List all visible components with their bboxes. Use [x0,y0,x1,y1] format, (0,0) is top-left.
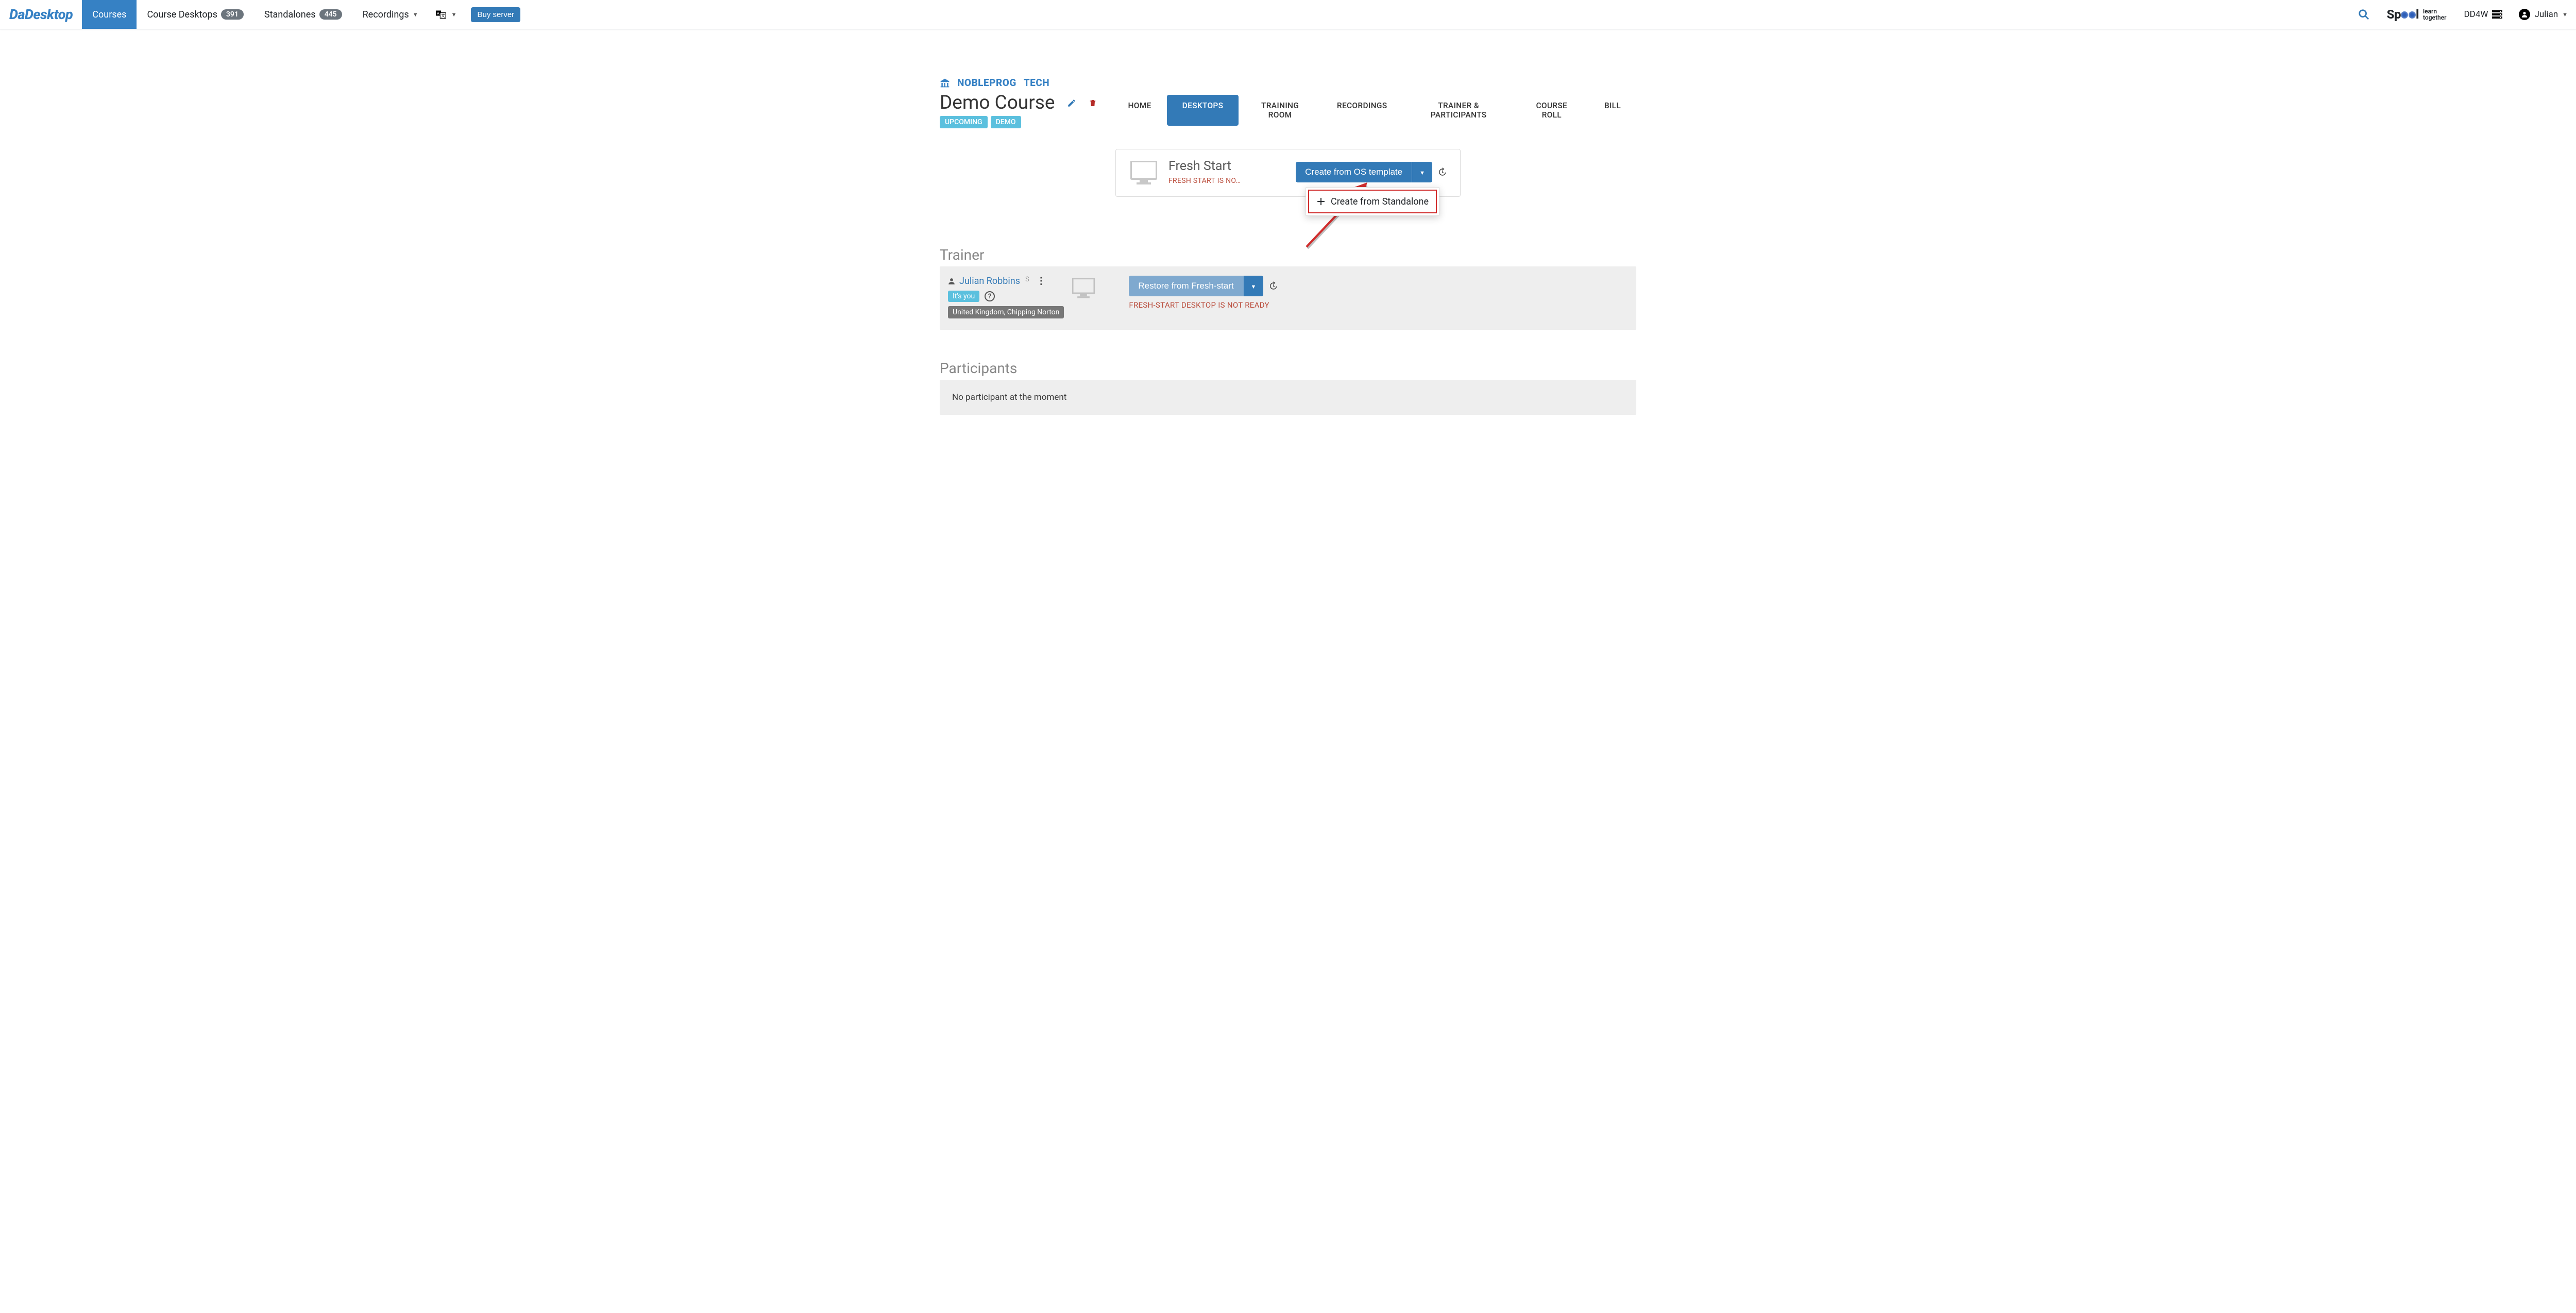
tab-desktops[interactable]: DESKTOPS [1167,95,1239,126]
tab-training-room[interactable]: TRAINING ROOM [1239,95,1321,126]
fresh-start-card: Fresh Start FRESH START IS NO… Create fr… [1115,149,1461,197]
edit-icon[interactable] [1067,98,1076,108]
spool-logo[interactable]: Spl learntogether [2378,7,2456,22]
history-icon[interactable] [1268,281,1278,291]
breadcrumb-org[interactable]: NOBLEPROG [957,77,1016,89]
course-tabs: HOME DESKTOPS TRAINING ROOM RECORDINGS T… [1112,95,1636,126]
tab-bill[interactable]: BILL [1589,95,1636,126]
top-nav: DaDesktop Courses Course Desktops 391 St… [0,0,2576,29]
its-you-badge: It's you [948,291,979,302]
nav-user-name: Julian [2534,9,2558,20]
course-title: Demo Course [940,92,1055,114]
buy-server-button[interactable]: Buy server [471,7,520,22]
chevron-down-icon: ▼ [2562,11,2568,18]
user-icon [2519,9,2530,20]
create-button-group: Create from OS template ▼ [1296,162,1432,182]
tab-trainer-participants[interactable]: TRAINER & PARTICIPANTS [1402,95,1514,126]
participants-heading: Participants [940,360,1636,377]
trainer-panel: Julian Robbins S ⋮ It's you ? United Kin… [940,266,1636,330]
nav-user-menu[interactable]: Julian ▼ [2511,9,2576,20]
trainer-heading: Trainer [940,246,1636,263]
tag-upcoming: UPCOMING [940,116,988,128]
fresh-start-title: Fresh Start [1168,159,1241,174]
nav-course-desktops-badge: 391 [221,9,244,20]
participants-empty-text: No participant at the moment [952,392,1066,402]
trainer-name-link[interactable]: Julian Robbins [959,276,1020,287]
help-icon[interactable]: ? [985,291,995,301]
trainer-s-badge: S [1025,276,1029,283]
nav-recordings[interactable]: Recordings ▼ [352,0,429,29]
chevron-down-icon: ▼ [413,11,418,18]
breadcrumb: NOBLEPROG TECH [940,77,1636,89]
chevron-down-icon: ▼ [451,11,457,18]
svg-text:文: 文 [441,13,445,18]
participants-panel: No participant at the moment [940,380,1636,415]
course-tags: UPCOMING DEMO [940,116,1097,128]
create-from-os-template-button[interactable]: Create from OS template [1296,162,1412,182]
history-icon[interactable] [1437,167,1447,177]
svg-text:A: A [436,11,439,15]
nav-course-desktops[interactable]: Course Desktops 391 [137,0,253,29]
trash-icon[interactable] [1089,98,1097,108]
desktop-icon [1072,278,1095,298]
translate-icon: A文 [436,10,446,19]
person-icon [948,277,955,285]
nav-language[interactable]: A文 ▼ [429,0,464,29]
breadcrumb-tech[interactable]: TECH [1024,77,1049,89]
tab-course-roll[interactable]: COURSE ROLL [1515,95,1589,126]
nav-course-desktops-label: Course Desktops [147,9,217,20]
trainer-kebab-menu[interactable]: ⋮ [1033,276,1048,287]
create-dropdown-menu: ＋ Create from Standalone [1306,187,1439,216]
nav-standalones-label: Standalones [264,9,316,20]
nav-dd4w-label: DD4W [2464,9,2488,20]
nav-buy-server-wrap: Buy server [464,0,528,29]
search-icon[interactable] [2350,9,2378,20]
create-dropdown-toggle[interactable]: ▼ [1412,162,1432,182]
trainer-desktop-warning: FRESH-START DESKTOP IS NOT READY [1129,300,1278,310]
server-icon [2492,10,2502,19]
tab-home[interactable]: HOME [1112,95,1166,126]
trainer-location-badge: United Kingdom, Chipping Norton [948,306,1064,318]
nav-standalones-badge: 445 [319,9,342,20]
nav-standalones[interactable]: Standalones 445 [254,0,352,29]
nav-courses[interactable]: Courses [82,0,137,29]
spool-sub: learntogether [2423,8,2446,21]
nav-recordings-label: Recordings [363,9,409,20]
spool-text: Spl [2387,7,2419,22]
nav-dd4w[interactable]: DD4W [2456,9,2511,20]
create-from-standalone-item[interactable]: ＋ Create from Standalone [1308,190,1437,213]
brand-logo[interactable]: DaDesktop [0,6,82,23]
plus-icon: ＋ [1316,195,1326,208]
restore-from-fresh-start-button[interactable]: Restore from Fresh-start [1129,276,1243,296]
institution-icon [940,78,950,88]
tab-recordings[interactable]: RECORDINGS [1321,95,1403,126]
tag-demo: DEMO [991,116,1021,128]
fresh-start-warning: FRESH START IS NO… [1168,177,1241,185]
create-from-standalone-label: Create from Standalone [1331,196,1429,207]
restore-dropdown-toggle[interactable]: ▼ [1243,276,1264,296]
desktop-icon [1130,161,1157,184]
restore-button-group: Restore from Fresh-start ▼ [1129,276,1263,296]
